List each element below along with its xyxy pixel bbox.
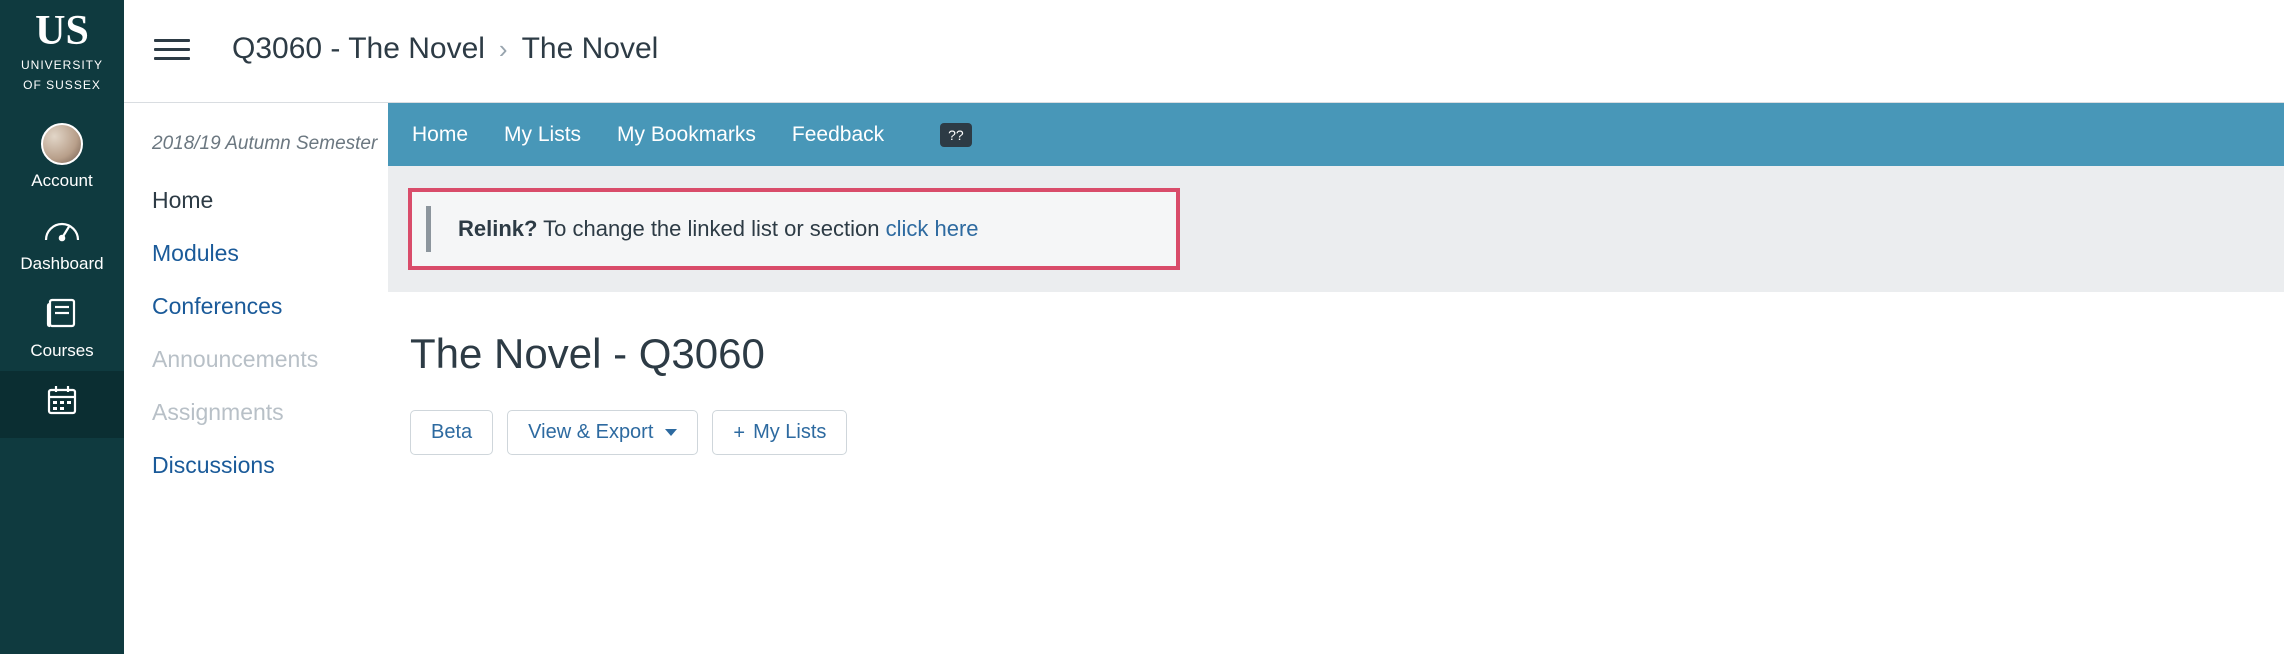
nav-account-label: Account	[31, 171, 92, 191]
view-export-label: View & Export	[528, 421, 653, 444]
nav-courses[interactable]: Courses	[0, 284, 124, 371]
hamburger-menu-button[interactable]	[154, 33, 190, 66]
nav-courses-label: Courses	[30, 341, 93, 361]
semester-label: 2018/19 Autumn Semester	[152, 133, 388, 155]
brand-logo-text: US	[21, 10, 103, 52]
breadcrumb-page: The Novel	[522, 32, 659, 66]
nav-account[interactable]: Account	[0, 111, 124, 201]
list-title: The Novel - Q3060	[410, 330, 2284, 378]
relink-band: Relink? To change the linked list or sec…	[388, 166, 2284, 292]
dashboard-icon	[43, 213, 81, 248]
course-nav-conferences[interactable]: Conferences	[152, 293, 388, 320]
add-mylists-button[interactable]: + My Lists	[712, 410, 847, 455]
tool-nav-feedback[interactable]: Feedback	[792, 123, 884, 147]
brand-name-line1: UNIVERSITY	[21, 58, 103, 72]
main-panel: Home My Lists My Bookmarks Feedback ?? R…	[388, 103, 2284, 654]
relink-callout: Relink? To change the linked list or sec…	[408, 188, 1180, 270]
tool-nav-bookmarks[interactable]: My Bookmarks	[617, 123, 756, 147]
content-column: Q3060 - The Novel › The Novel 2018/19 Au…	[124, 0, 2284, 654]
breadcrumb-separator: ›	[499, 34, 508, 65]
global-sidebar: US UNIVERSITY OF SUSSEX Account Dashboar…	[0, 0, 124, 654]
chevron-down-icon	[665, 429, 677, 436]
brand-logo: US UNIVERSITY OF SUSSEX	[21, 10, 103, 93]
breadcrumb-course[interactable]: Q3060 - The Novel	[232, 32, 485, 66]
breadcrumb: Q3060 - The Novel › The Novel	[232, 32, 658, 66]
help-button[interactable]: ??	[940, 123, 972, 147]
nav-calendar[interactable]	[0, 371, 124, 438]
relink-bold: Relink?	[458, 216, 537, 241]
courses-icon	[45, 296, 79, 335]
course-nav: 2018/19 Autumn Semester Home Modules Con…	[124, 103, 388, 654]
tool-nav: Home My Lists My Bookmarks Feedback ??	[388, 103, 2284, 166]
avatar	[41, 123, 83, 165]
course-nav-assignments: Assignments	[152, 399, 388, 426]
course-nav-discussions[interactable]: Discussions	[152, 452, 388, 479]
course-nav-modules[interactable]: Modules	[152, 240, 388, 267]
course-nav-home[interactable]: Home	[152, 187, 388, 214]
body-row: 2018/19 Autumn Semester Home Modules Con…	[124, 103, 2284, 654]
mylists-label: My Lists	[753, 421, 826, 444]
tool-nav-mylists[interactable]: My Lists	[504, 123, 581, 147]
beta-button[interactable]: Beta	[410, 410, 493, 455]
tool-nav-home[interactable]: Home	[412, 123, 468, 147]
view-export-button[interactable]: View & Export	[507, 410, 698, 455]
plus-icon: +	[733, 423, 745, 443]
nav-dashboard[interactable]: Dashboard	[0, 201, 124, 284]
relink-link[interactable]: click here	[886, 216, 979, 241]
brand-name-line2: OF SUSSEX	[21, 78, 103, 92]
relink-msg: To change the linked list or section	[537, 216, 885, 241]
calendar-icon	[45, 383, 79, 422]
top-header: Q3060 - The Novel › The Novel	[124, 0, 2284, 103]
action-row: Beta View & Export + My Lists	[410, 410, 2284, 455]
nav-dashboard-label: Dashboard	[20, 254, 103, 274]
beta-button-label: Beta	[431, 421, 472, 444]
relink-text: Relink? To change the linked list or sec…	[458, 216, 1148, 242]
course-nav-announcements: Announcements	[152, 346, 388, 373]
